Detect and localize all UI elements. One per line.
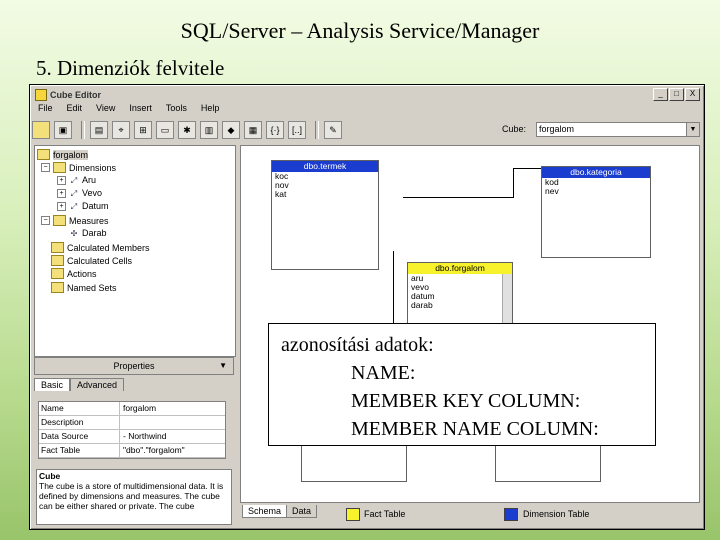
callout-line: azonosítási adatok: [281, 334, 434, 356]
property-row[interactable]: Fact Table "dbo"."forgalom" [39, 444, 225, 458]
tree-calculated-members[interactable]: Calculated Members [51, 242, 150, 253]
calculated-cells-icon[interactable]: [..] [288, 121, 306, 139]
tree-measure-darab[interactable]: ✣ Darab [69, 228, 107, 238]
join-line [513, 168, 541, 169]
collapse-icon[interactable]: − [41, 163, 50, 172]
browse-icon[interactable]: ▦ [244, 121, 262, 139]
tree-dimension-aru[interactable]: + ⤢ Aru [57, 175, 96, 185]
insert-table-icon[interactable]: ⊞ [134, 121, 152, 139]
tab-data[interactable]: Data [286, 505, 318, 518]
slide-subtitle: 5. Dimenziók felvitele [36, 56, 225, 80]
maximize-button[interactable]: □ [669, 88, 684, 101]
menu-tools[interactable]: Tools [166, 103, 187, 117]
tree-dimension-datum[interactable]: + ⤢ Datum [57, 201, 109, 211]
table-column[interactable]: darab [408, 301, 512, 310]
dimension-table-swatch [504, 508, 518, 521]
cube-folder-icon [37, 149, 50, 160]
cube-editor-icon [35, 88, 47, 101]
properties-panel: Properties ▼ Basic Advanced Name forgalo… [34, 357, 234, 525]
save-icon[interactable]: ▣ [54, 121, 72, 139]
tree-measures[interactable]: − Measures [41, 215, 109, 226]
design-storage-icon[interactable]: ◆ [222, 121, 240, 139]
insert-dimension-icon[interactable]: ⌖ [112, 121, 130, 139]
slide-title: SQL/Server – Analysis Service/Manager [180, 18, 540, 43]
insert-measure-icon[interactable]: ▭ [156, 121, 174, 139]
table-column[interactable]: nov [272, 181, 378, 190]
folder-icon [53, 162, 66, 173]
property-row[interactable]: Description [39, 416, 225, 430]
menu-insert[interactable]: Insert [129, 103, 152, 117]
properties-header[interactable]: Properties ▼ [34, 357, 234, 375]
expand-icon[interactable]: + [57, 188, 66, 198]
table-header: dbo.forgalom [408, 263, 512, 274]
menu-help[interactable]: Help [201, 103, 220, 117]
property-row[interactable]: Name forgalom [39, 402, 225, 416]
cube-select[interactable]: forgalom ▼ [536, 122, 700, 137]
schema-bottom-bar: Schema Data Fact Table Dimension Table [240, 503, 698, 525]
dimension-icon: ⤢ [70, 188, 78, 198]
description-text: The cube is a store of multidimensional … [39, 481, 224, 511]
minimize-button[interactable]: _ [653, 88, 668, 101]
properties-grid: Name forgalom Description Data Source - … [38, 401, 226, 459]
new-icon[interactable] [32, 121, 50, 139]
dimension-table-kategoria[interactable]: dbo.kategoria kod nev [541, 166, 651, 258]
folder-icon [53, 215, 66, 226]
collapse-icon[interactable]: − [41, 216, 50, 225]
data-view-icon[interactable]: ▥ [200, 121, 218, 139]
folder-icon [51, 255, 64, 266]
table-column[interactable]: nev [542, 187, 650, 196]
callout-line: MEMBER KEY COLUMN: [351, 390, 581, 412]
description-title: Cube [39, 471, 61, 481]
expand-icon[interactable]: + [57, 175, 66, 185]
toolbar-separator [315, 121, 319, 139]
expand-icon[interactable]: + [57, 201, 66, 211]
table-column[interactable]: kat [272, 190, 378, 199]
menu-view[interactable]: View [96, 103, 115, 117]
toolbar-separator [81, 121, 85, 139]
title-bar: Cube Editor _ □ X [32, 87, 702, 102]
tree-actions[interactable]: Actions [51, 268, 97, 279]
tree-dimensions[interactable]: − Dimensions [41, 162, 116, 173]
cube-editor-window: Cube Editor _ □ X File Edit View Insert … [29, 84, 705, 530]
join-line [513, 168, 514, 198]
dimension-table-termek[interactable]: dbo.termek koc nov kat [271, 160, 379, 270]
dimension-icon: ⤢ [70, 175, 78, 185]
fact-table-legend: Fact Table [364, 509, 406, 519]
dimension-table-legend: Dimension Table [523, 509, 590, 519]
tab-advanced[interactable]: Advanced [70, 378, 125, 391]
folder-icon [51, 282, 64, 293]
tab-schema[interactable]: Schema [242, 505, 288, 518]
cube-tree: forgalom − Dimensions + ⤢ Aru + ⤢ Vevo +… [34, 145, 236, 357]
folder-icon [51, 268, 64, 279]
property-row[interactable]: Data Source - Northwind [39, 430, 225, 444]
cube-select-value: forgalom [539, 124, 575, 134]
tree-root[interactable]: forgalom [37, 149, 89, 160]
cube-label: Cube: [502, 124, 527, 134]
calculated-member-icon[interactable]: {·} [266, 121, 284, 139]
callout-box: azonosítási adatok: NAME: MEMBER KEY COL… [268, 323, 656, 446]
fact-table-swatch [346, 508, 360, 521]
tree-named-sets[interactable]: Named Sets [51, 282, 117, 293]
properties-icon[interactable]: ▤ [90, 121, 108, 139]
tree-dimension-vevo[interactable]: + ⤢ Vevo [57, 188, 102, 198]
menu-file[interactable]: File [38, 103, 53, 117]
tab-basic[interactable]: Basic [34, 378, 71, 391]
property-description: Cube The cube is a store of multidimensi… [36, 469, 232, 525]
wizard-icon[interactable]: ✎ [324, 121, 342, 139]
dimension-icon: ⤢ [70, 201, 78, 211]
callout-line: NAME: [351, 362, 416, 384]
callout-line: MEMBER NAME COLUMN: [351, 418, 599, 440]
properties-tabs: Basic Advanced [34, 378, 234, 391]
measure-icon: ✣ [70, 228, 78, 238]
chevron-down-icon[interactable]: ▼ [219, 358, 227, 374]
tree-calculated-cells[interactable]: Calculated Cells [51, 255, 132, 266]
chevron-down-icon[interactable]: ▼ [686, 123, 699, 136]
join-line [403, 197, 513, 198]
process-cube-icon[interactable]: ✱ [178, 121, 196, 139]
menu-edit[interactable]: Edit [67, 103, 83, 117]
menu-bar: File Edit View Insert Tools Help [32, 103, 219, 117]
window-title: Cube Editor [50, 89, 101, 100]
close-button[interactable]: X [685, 88, 700, 101]
folder-icon [51, 242, 64, 253]
